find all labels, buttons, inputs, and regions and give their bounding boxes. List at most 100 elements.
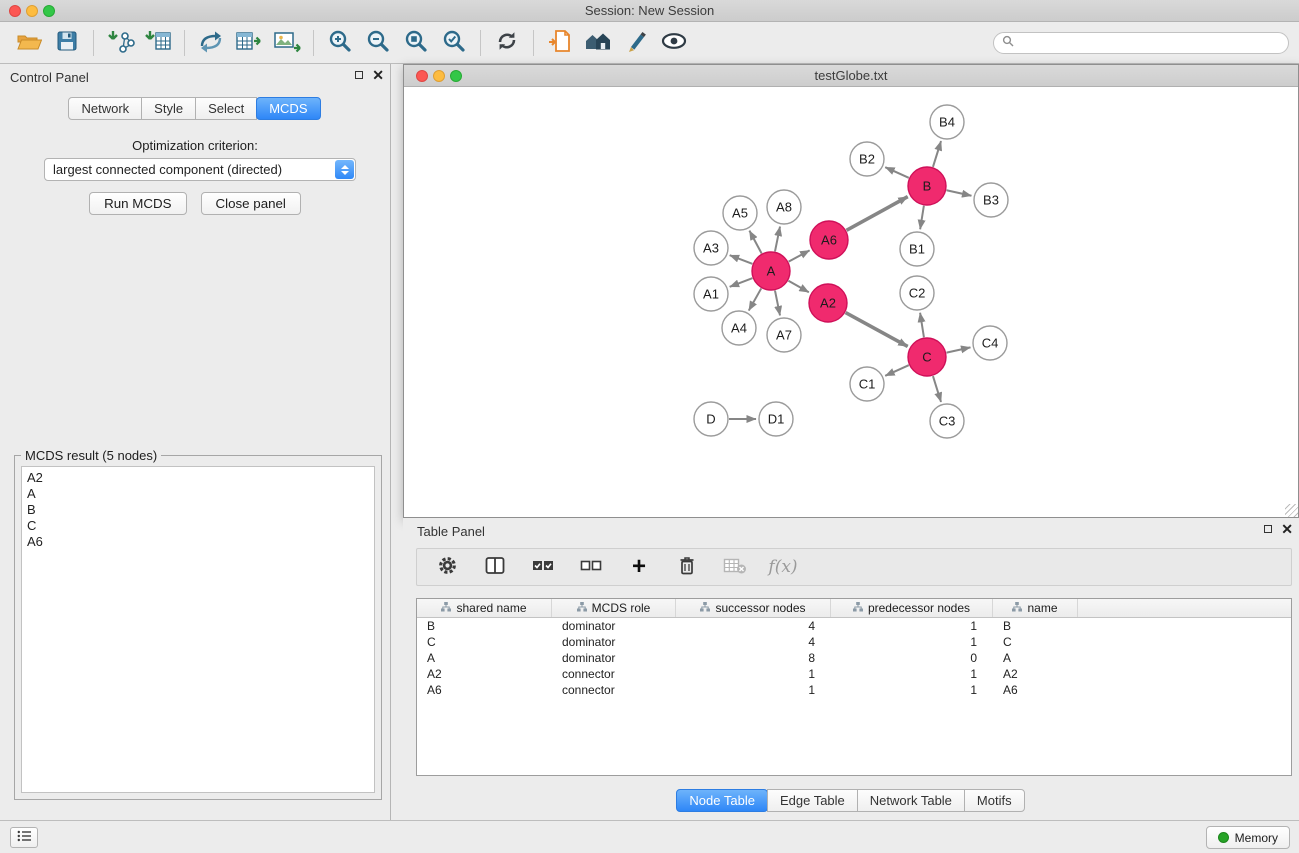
memory-button[interactable]: Memory: [1206, 826, 1290, 849]
table-cell[interactable]: C: [417, 634, 552, 650]
edge-B-B1[interactable]: [920, 206, 924, 229]
edge-A-A8[interactable]: [775, 227, 780, 252]
table-settings-button[interactable]: [435, 555, 459, 579]
table-cell[interactable]: dominator: [552, 634, 676, 650]
refresh-button[interactable]: [488, 26, 526, 60]
edge-A2-C[interactable]: [846, 313, 908, 347]
close-traffic-light[interactable]: [9, 5, 21, 17]
deselect-all-button[interactable]: [579, 555, 603, 579]
table-cell[interactable]: A6: [993, 682, 1078, 698]
search-input[interactable]: [1019, 34, 1280, 51]
edge-C-C3[interactable]: [933, 376, 941, 402]
table-cell[interactable]: B: [993, 618, 1078, 634]
tab-node-table[interactable]: Node Table: [676, 789, 768, 812]
table-cell[interactable]: C: [993, 634, 1078, 650]
table-row[interactable]: A2connector11A2: [417, 666, 1291, 682]
node-A[interactable]: A: [752, 252, 790, 290]
delete-column-button[interactable]: [675, 555, 699, 579]
node-C[interactable]: C: [908, 338, 946, 376]
column-header-successor-nodes[interactable]: successor nodes: [676, 599, 831, 617]
table-cell[interactable]: 1: [831, 634, 993, 650]
node-B[interactable]: B: [908, 167, 946, 205]
network-canvas[interactable]: B4B2BB3A5A8A6B1A3AC2A1A2A4A7C4CC1C3DD1: [404, 88, 1298, 517]
table-cell[interactable]: A: [993, 650, 1078, 666]
close-panel-button[interactable]: Close panel: [201, 192, 301, 215]
run-mcds-button[interactable]: Run MCDS: [89, 192, 186, 215]
table-row[interactable]: Cdominator41C: [417, 634, 1291, 650]
node-C2[interactable]: C2: [900, 276, 934, 310]
node-A4[interactable]: A4: [722, 311, 756, 345]
table-cell[interactable]: 8: [676, 650, 831, 666]
table-cell[interactable]: 1: [831, 666, 993, 682]
table-cell[interactable]: 1: [831, 618, 993, 634]
node-A1[interactable]: A1: [694, 277, 728, 311]
show-graphics-button[interactable]: [655, 26, 693, 60]
table-cell[interactable]: A6: [417, 682, 552, 698]
node-C3[interactable]: C3: [930, 404, 964, 438]
table-cell[interactable]: dominator: [552, 618, 676, 634]
network-close-traffic-light[interactable]: [416, 70, 428, 82]
edge-A-A2[interactable]: [788, 281, 808, 292]
table-cell[interactable]: A2: [993, 666, 1078, 682]
table-cell[interactable]: 0: [831, 650, 993, 666]
edge-C-C1[interactable]: [885, 365, 909, 376]
export-network-button[interactable]: [192, 26, 230, 60]
edge-B-B3[interactable]: [947, 190, 972, 195]
node-A6[interactable]: A6: [810, 221, 848, 259]
table-close-panel-icon[interactable]: ✕: [1281, 524, 1293, 534]
tab-mcds[interactable]: MCDS: [256, 97, 320, 120]
table-cell[interactable]: B: [417, 618, 552, 634]
import-network-button[interactable]: [101, 26, 139, 60]
node-D[interactable]: D: [694, 402, 728, 436]
table-cell[interactable]: 1: [831, 682, 993, 698]
edge-C-C4[interactable]: [947, 347, 971, 352]
table-cell[interactable]: connector: [552, 682, 676, 698]
table-cell[interactable]: 4: [676, 634, 831, 650]
node-A7[interactable]: A7: [767, 318, 801, 352]
close-panel-icon[interactable]: ✕: [372, 70, 384, 80]
search-field[interactable]: [993, 32, 1289, 54]
table-row[interactable]: Bdominator41B: [417, 618, 1291, 634]
export-table-button[interactable]: [230, 26, 268, 60]
tab-motifs[interactable]: Motifs: [964, 789, 1025, 812]
edge-A-A5[interactable]: [749, 231, 761, 254]
mcds-result-list[interactable]: A2ABCA6: [21, 466, 375, 793]
tab-select[interactable]: Select: [195, 97, 257, 120]
task-history-button[interactable]: [10, 827, 38, 848]
node-B1[interactable]: B1: [900, 232, 934, 266]
node-D1[interactable]: D1: [759, 402, 793, 436]
node-C1[interactable]: C1: [850, 367, 884, 401]
column-header-name[interactable]: name: [993, 599, 1078, 617]
table-cell[interactable]: A: [417, 650, 552, 666]
edge-B-B4[interactable]: [933, 141, 941, 167]
node-B3[interactable]: B3: [974, 183, 1008, 217]
zoom-selected-button[interactable]: [435, 26, 473, 60]
node-A2[interactable]: A2: [809, 284, 847, 322]
table-cell[interactable]: A2: [417, 666, 552, 682]
zoom-fit-button[interactable]: [397, 26, 435, 60]
import-table-button[interactable]: [139, 26, 177, 60]
edge-A-A4[interactable]: [749, 288, 761, 310]
table-float-panel-icon[interactable]: [1264, 525, 1272, 533]
table-cell[interactable]: 4: [676, 618, 831, 634]
tab-edge-table[interactable]: Edge Table: [767, 789, 858, 812]
edge-A-A6[interactable]: [789, 250, 810, 261]
export-image-button[interactable]: [268, 26, 306, 60]
column-header-predecessor-nodes[interactable]: predecessor nodes: [831, 599, 993, 617]
network-minimize-traffic-light[interactable]: [433, 70, 445, 82]
table-cell[interactable]: dominator: [552, 650, 676, 666]
show-columns-button[interactable]: [483, 555, 507, 579]
network-graph[interactable]: B4B2BB3A5A8A6B1A3AC2A1A2A4A7C4CC1C3DD1: [404, 88, 1298, 517]
table-row[interactable]: A6connector11A6: [417, 682, 1291, 698]
table-cell[interactable]: 1: [676, 666, 831, 682]
edge-C-C2[interactable]: [920, 313, 924, 337]
zoom-in-button[interactable]: [321, 26, 359, 60]
select-all-button[interactable]: [531, 555, 555, 579]
table-row[interactable]: Adominator80A: [417, 650, 1291, 666]
column-header-shared-name[interactable]: shared name: [417, 599, 552, 617]
float-panel-icon[interactable]: [355, 71, 363, 79]
function-builder-button[interactable]: f(x): [771, 555, 795, 579]
document-button[interactable]: [541, 26, 579, 60]
node-A3[interactable]: A3: [694, 231, 728, 265]
save-session-button[interactable]: [48, 26, 86, 60]
